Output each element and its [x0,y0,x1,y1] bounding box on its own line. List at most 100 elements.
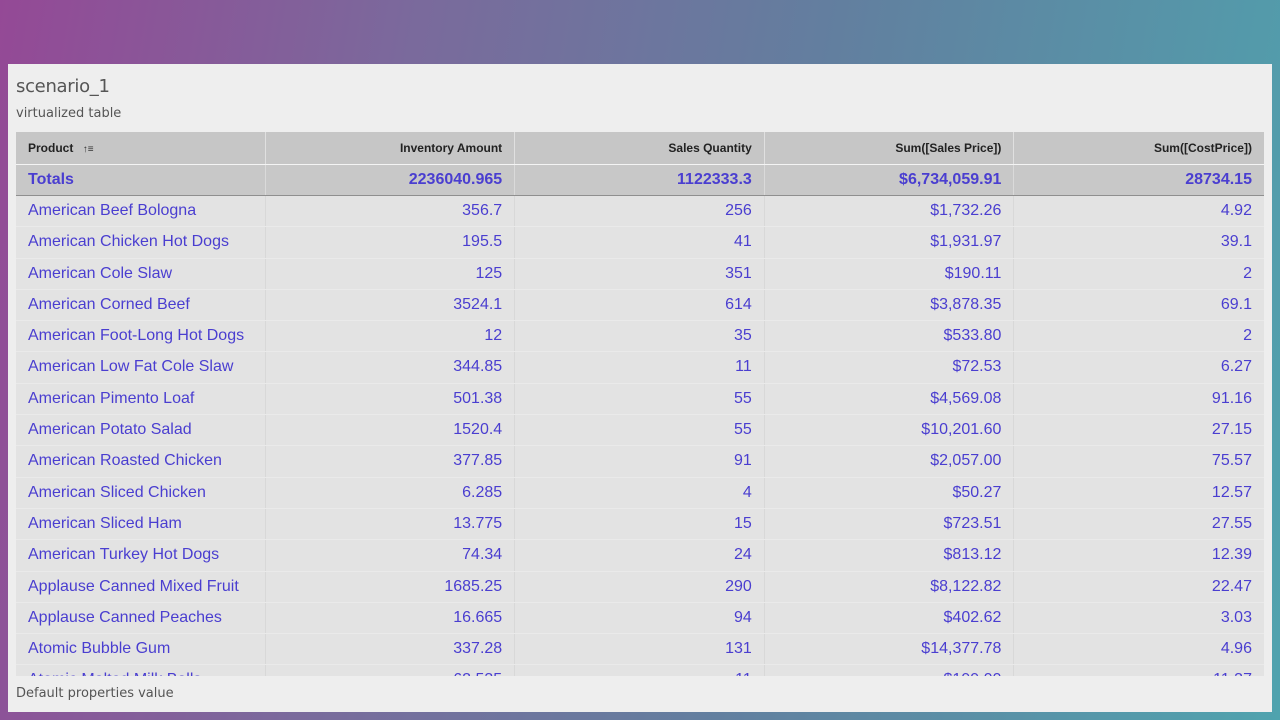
cell-inventory-amount: 12 [266,321,516,352]
cell-product: American Turkey Hot Dogs [16,540,266,571]
cell-product: American Low Fat Cole Slaw [16,352,266,383]
page-subtitle: virtualized table [16,106,122,121]
table-row[interactable]: American Cole Slaw 125 351 $190.11 2 [16,258,1264,290]
totals-sum-sales-price: $6,734,059.91 [765,165,1015,195]
cell-sum-costprice: 11.37 [1014,665,1264,676]
cell-product: American Cole Slaw [16,258,266,289]
totals-inventory-amount: 2236040.965 [266,165,516,195]
cell-sum-costprice: 12.39 [1211,546,1252,564]
totals-sales-quantity: 1122333.3 [515,165,765,195]
cell-sales-quantity: 41 [515,227,765,258]
cell-sum-sales-price: $1,732.26 [765,196,1015,227]
cell-inventory-amount: 1685.25 [266,571,516,602]
cell-sum-sales-price: $8,122.82 [765,571,1015,602]
table-body[interactable]: American Beef Bologna 356.7 256 $1,732.26 4.… [16,196,1264,676]
virtualized-table[interactable]: Product ↑≡ Inventory Amount Sales Quanti… [16,132,1264,676]
cell-sales-quantity: 15 [515,508,765,540]
table-row[interactable]: American Pimento Loaf 501.38 55 $4,569.08 91… [16,383,1264,416]
totals-row: Totals 2236040.965 1122333.3 $6,734,059.… [16,165,1264,196]
column-header-label: Product [28,141,74,155]
cell-product: American Sliced Chicken [16,477,266,508]
cell-sales-quantity: 290 [515,571,765,602]
cell-sum-costprice: 4.92 [1220,202,1252,219]
table-row[interactable]: American Foot-Long Hot Dogs 12 35 $533.80 2 [16,321,1264,353]
cell-inventory-amount: 125 [266,258,516,289]
cell-inventory-amount: 1520.4 [266,415,516,446]
totals-label: Totals [16,165,266,195]
cell-product: American Potato Salad [16,415,266,446]
table-row[interactable]: Applause Canned Peaches 16.665 94 $402.62 3.… [16,602,1264,635]
table-row[interactable]: American Corned Beef 3524.1 614 $3,878.35 69… [16,289,1264,322]
cell-sum-sales-price: $4,569.08 [765,383,1015,415]
cell-sum-costprice: 27.15 [1211,421,1252,439]
cell-product: American Sliced Ham [16,508,266,540]
cell-sum-costprice: 91.16 [1211,389,1252,407]
table-row[interactable]: Atomic Malted Milk Balls62.53511$199.001… [16,665,1264,676]
cell-sum-costprice: 27.55 [1211,514,1252,532]
table-row[interactable]: American Roasted Chicken 377.85 91 $2,057.0… [16,446,1264,478]
column-header-sales-quantity[interactable]: Sales Quantity [515,132,765,164]
cell-sum-sales-price: $2,057.00 [765,446,1015,477]
cell-inventory-amount: 356.7 [266,196,516,227]
cell-sum-sales-price: $72.53 [765,352,1015,383]
cell-sum-costprice: 12.57 [1211,483,1252,501]
cell-inventory-amount: 62.535 [266,665,516,676]
column-header-sum-sales-price[interactable]: Sum([Sales Price]) [765,132,1015,164]
cell-sum-sales-price: $50.27 [765,477,1015,508]
cell-inventory-amount: 13.775 [266,508,516,540]
cell-sum-sales-price: $533.80 [765,321,1015,352]
page-title: scenario_1 [16,76,110,97]
cell-sales-quantity: 131 [515,634,765,665]
table-row[interactable]: American Sliced Ham 13.775 15 $723.51 27.55 [16,508,1264,541]
cell-sales-quantity: 35 [515,321,765,352]
cell-inventory-amount: 3524.1 [266,289,516,321]
cell-sum-sales-price: $190.11 [765,258,1015,289]
cell-sum-sales-price: $813.12 [765,540,1015,571]
cell-sales-quantity: 94 [515,602,765,634]
column-header-sum-costprice[interactable]: Sum([CostPrice]) [1014,132,1264,164]
cell-sales-quantity: 55 [515,383,765,415]
sort-ascending-icon[interactable]: ↑≡ [83,134,94,164]
cell-sales-quantity: 11 [515,352,765,383]
table-row[interactable]: American Beef Bologna 356.7 256 $1,732.26 4.… [16,196,1264,228]
cell-inventory-amount: 6.285 [266,477,516,508]
cell-sum-costprice: 22.47 [1211,577,1252,595]
table-row[interactable]: American Sliced Chicken 6.285 4 $50.27 12.57 [16,477,1264,509]
cell-inventory-amount: 195.5 [266,227,516,258]
cell-product: American Beef Bologna [16,196,266,227]
cell-sales-quantity: 614 [515,289,765,321]
cell-sum-sales-price: $723.51 [765,508,1015,540]
table-row[interactable]: American Chicken Hot Dogs 195.5 41 $1,931.9… [16,227,1264,259]
cell-product: Applause Canned Peaches [16,602,266,634]
cell-product: American Roasted Chicken [16,446,266,477]
cell-sum-sales-price: $14,377.78 [765,634,1015,665]
cell-sum-costprice: 4.96 [1220,640,1252,658]
cell-inventory-amount: 377.85 [266,446,516,477]
cell-sales-quantity: 24 [515,540,765,571]
cell-sum-sales-price: $199.00 [765,665,1015,676]
table-row[interactable]: Atomic Bubble Gum 337.28 131 $14,377.78 4.96 [16,634,1264,666]
cell-inventory-amount: 74.34 [266,540,516,571]
cell-product: American Corned Beef [16,289,266,321]
cell-sum-sales-price: $402.62 [765,602,1015,634]
cell-sum-sales-price: $10,201.60 [765,415,1015,446]
cell-product: American Pimento Loaf [16,383,266,415]
table-row[interactable]: American Turkey Hot Dogs 74.34 24 $813.12 12… [16,540,1264,572]
cell-sales-quantity: 55 [515,415,765,446]
table-row[interactable]: American Potato Salad 1520.4 55 $10,201.60 2… [16,415,1264,447]
cell-product: Atomic Bubble Gum [16,634,266,665]
cell-sum-costprice: 2 [1243,264,1252,282]
cell-sum-costprice: 75.57 [1211,452,1252,470]
cell-sum-costprice: 2 [1243,327,1252,345]
totals-sum-costprice: 28734.15 [1185,171,1252,188]
footer-text: Default properties value [16,686,174,701]
cell-sales-quantity: 351 [515,258,765,289]
cell-product: Atomic Malted Milk Balls [16,665,266,676]
cell-sales-quantity: 4 [515,477,765,508]
table-row[interactable]: Applause Canned Mixed Fruit 1685.25 290 $8,… [16,571,1264,603]
column-header-product[interactable]: Product ↑≡ [16,132,266,164]
column-header-inventory-amount[interactable]: Inventory Amount [266,132,516,164]
table-row[interactable]: American Low Fat Cole Slaw 344.85 11 $72.53… [16,352,1264,384]
cell-sales-quantity: 256 [515,196,765,227]
table-header-row: Product ↑≡ Inventory Amount Sales Quanti… [16,132,1264,165]
